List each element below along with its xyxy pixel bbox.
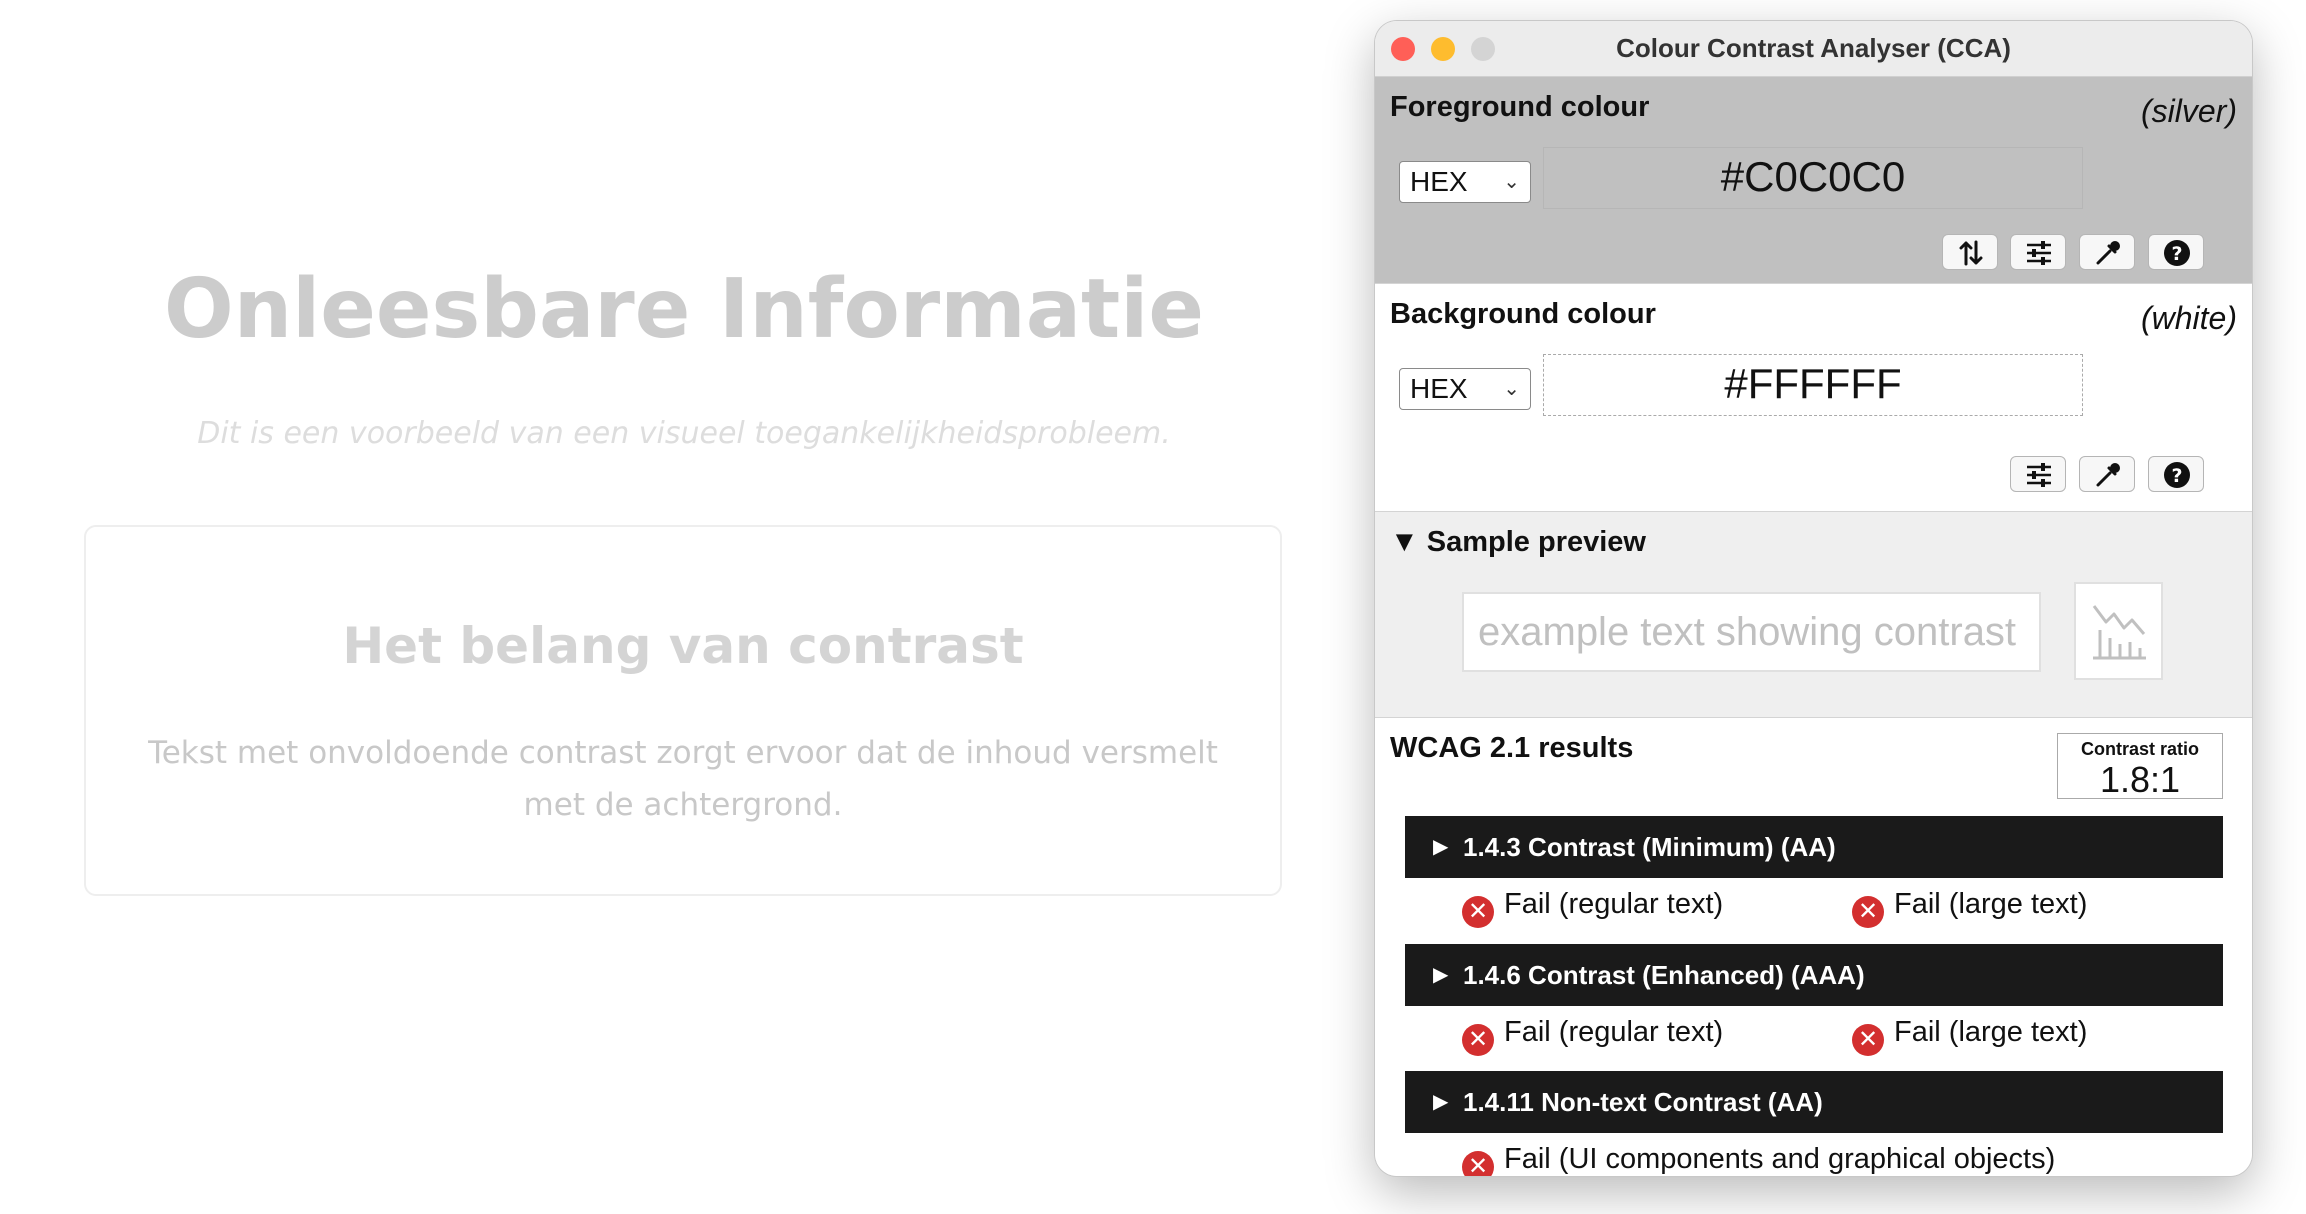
foreground-colour-name: (silver) — [2141, 93, 2237, 129]
sample-graph-preview — [2074, 582, 2163, 680]
disclosure-triangle-down-icon: ▼ — [1390, 526, 1419, 558]
fail-icon: ✕ — [1462, 1024, 1494, 1056]
sample-preview-text: example text showing contrast — [1462, 592, 2041, 672]
eyedropper-icon — [2096, 463, 2120, 487]
background-colour-name: (white) — [2140, 300, 2237, 336]
title-bar: Colour Contrast Analyser (CCA) — [1375, 21, 2252, 77]
result-1-4-3-large: ✕ Fail (large text) — [1852, 888, 2087, 928]
chart-icon — [2092, 605, 2146, 660]
criterion-1-4-6[interactable]: ▶ 1.4.6 Contrast (Enhanced) (AAA) — [1405, 944, 2223, 1006]
fail-icon: ✕ — [1852, 896, 1884, 928]
result-1-4-6-large: ✕ Fail (large text) — [1852, 1016, 2087, 1056]
page-title: Onleesbare Informatie — [164, 262, 1204, 357]
background-eyedropper-button[interactable] — [2079, 456, 2135, 492]
background-format-select[interactable]: HEX ⌄ — [1399, 368, 1531, 410]
criterion-1-4-11[interactable]: ▶ 1.4.11 Non-text Contrast (AA) — [1405, 1071, 2223, 1133]
contrast-ratio-box: Contrast ratio 1.8:1 — [2057, 733, 2223, 800]
sliders-icon — [2027, 241, 2051, 265]
criterion-1-4-3[interactable]: ▶ 1.4.3 Contrast (Minimum) (AA) — [1405, 816, 2223, 878]
results-title: WCAG 2.1 results — [1390, 732, 1634, 764]
criterion-label: 1.4.3 Contrast (Minimum) (AA) — [1463, 832, 1836, 862]
fail-icon: ✕ — [1462, 1151, 1494, 1176]
background-section: Background colour (white) HEX ⌄ #FFFFFF — [1375, 283, 2252, 512]
foreground-sliders-button[interactable] — [2010, 234, 2066, 270]
result-text: Fail (large text) — [1894, 888, 2088, 920]
disclosure-triangle-right-icon: ▶ — [1433, 964, 1449, 986]
background-format-value: HEX — [1410, 373, 1468, 404]
foreground-section: Foreground colour (silver) HEX ⌄ #C0C0C0 — [1375, 77, 2252, 283]
result-text: Fail (large text) — [1894, 1016, 2088, 1048]
card-title: Het belang van contrast — [342, 617, 1024, 675]
swap-icon — [1959, 240, 1983, 266]
sample-preview-label: Sample preview — [1426, 526, 1646, 558]
foreground-hex-input[interactable]: #C0C0C0 — [1543, 147, 2083, 209]
result-1-4-11-ui: ✕ Fail (UI components and graphical objec… — [1462, 1143, 2055, 1176]
svg-text:?: ? — [2171, 243, 2182, 265]
sample-preview-toggle[interactable]: ▼ Sample preview — [1390, 526, 1646, 559]
contrast-ratio-value: 1.8:1 — [2099, 759, 2181, 800]
chevron-down-icon: ⌄ — [1503, 171, 1520, 193]
sliders-icon — [2027, 463, 2051, 487]
background-help-button[interactable]: ? — [2148, 456, 2204, 492]
fail-icon: ✕ — [1852, 1024, 1884, 1056]
page-subtitle: Dit is een voorbeeld van een visueel toe… — [197, 416, 1171, 451]
fail-icon: ✕ — [1462, 896, 1494, 928]
svg-text:?: ? — [2171, 465, 2182, 487]
background-hex-input[interactable]: #FFFFFF — [1543, 354, 2083, 416]
contrast-ratio-label: Contrast ratio — [2080, 739, 2199, 759]
result-text: Fail (regular text) — [1504, 1016, 1724, 1048]
window-title: Colour Contrast Analyser (CCA) — [1616, 33, 2011, 63]
cca-window: Colour Contrast Analyser (CCA) Foregroun… — [1375, 21, 2252, 1176]
help-icon: ? — [2164, 462, 2190, 488]
foreground-help-button[interactable]: ? — [2148, 234, 2204, 270]
foreground-label: Foreground colour — [1390, 91, 1650, 123]
disclosure-triangle-right-icon: ▶ — [1433, 1091, 1449, 1113]
background-sliders-button[interactable] — [2010, 456, 2066, 492]
criterion-label: 1.4.6 Contrast (Enhanced) (AAA) — [1463, 960, 1865, 990]
foreground-eyedropper-button[interactable] — [2079, 234, 2135, 270]
foreground-format-select[interactable]: HEX ⌄ — [1399, 161, 1531, 203]
swap-colours-button[interactable] — [1942, 234, 1998, 270]
help-icon: ? — [2164, 240, 2190, 266]
card-text: Tekst met onvoldoende contrast zorgt erv… — [148, 735, 1218, 823]
eyedropper-icon — [2096, 241, 2120, 265]
result-text: Fail (UI components and graphical object… — [1504, 1143, 2056, 1175]
disclosure-triangle-right-icon: ▶ — [1433, 836, 1449, 858]
background-label: Background colour — [1390, 298, 1656, 330]
wcag-results-section: WCAG 2.1 results Contrast ratio 1.8:1 ▶ … — [1375, 717, 2252, 1176]
result-text: Fail (regular text) — [1504, 888, 1724, 920]
foreground-format-value: HEX — [1410, 166, 1468, 197]
result-1-4-6-regular: ✕ Fail (regular text) — [1462, 1016, 1723, 1056]
chevron-down-icon: ⌄ — [1503, 378, 1520, 400]
content-card: Het belang van contrast Tekst met onvold… — [84, 525, 1282, 896]
result-1-4-3-regular: ✕ Fail (regular text) — [1462, 888, 1723, 928]
sample-preview-section: ▼ Sample preview example text showing co… — [1375, 511, 2252, 718]
criterion-label: 1.4.11 Non-text Contrast (AA) — [1463, 1087, 1823, 1117]
